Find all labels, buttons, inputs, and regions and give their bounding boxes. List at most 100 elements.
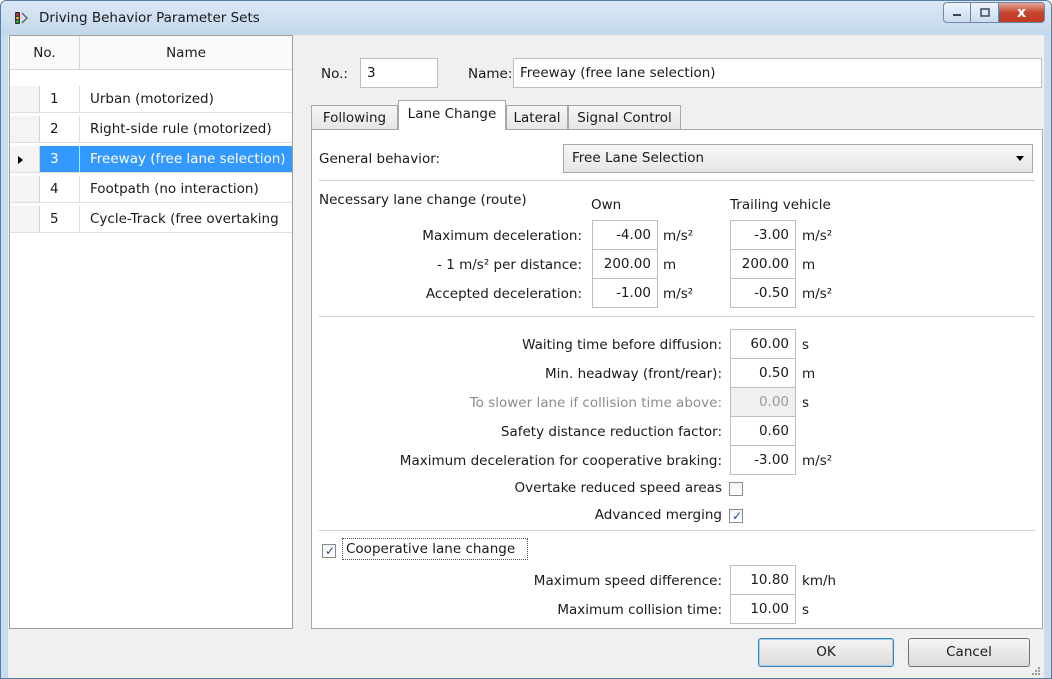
cancel-button[interactable]: Cancel <box>908 638 1030 667</box>
max-speed-difference-label: Maximum speed difference: <box>533 573 722 589</box>
per-distance-own-field[interactable]: 200.00 <box>592 249 658 279</box>
minimize-icon <box>953 13 961 16</box>
chevron-down-icon <box>1016 156 1024 161</box>
list-item-no: 3 <box>40 146 80 173</box>
number-label: No.: <box>321 66 348 82</box>
list-item-name: Urban (motorized) <box>80 86 292 113</box>
caption-buttons: x <box>943 2 1045 23</box>
max-speed-difference-field[interactable]: 10.80 <box>730 565 796 595</box>
current-row-arrow-icon <box>18 156 23 164</box>
slower-lane-collision-time-field: 0.00 <box>730 387 796 417</box>
checkmark-icon: ✓ <box>732 509 743 523</box>
name-field[interactable]: Freeway (free lane selection) <box>513 58 1042 88</box>
unit-label: m/s² <box>663 228 694 244</box>
list-item[interactable]: 1 Urban (motorized) <box>10 86 292 113</box>
column-header-no[interactable]: No. <box>10 36 80 70</box>
tab-lane-change[interactable]: Lane Change <box>398 100 506 130</box>
row-selector[interactable] <box>10 146 40 173</box>
unit-label: m <box>802 257 816 273</box>
cooperative-braking-label: Maximum deceleration for cooperative bra… <box>399 453 722 469</box>
maximize-icon <box>979 8 990 17</box>
list-item-no: 5 <box>40 206 80 233</box>
checkmark-icon: ✓ <box>325 544 336 558</box>
list-item-name: Right-side rule (motorized) <box>80 116 292 143</box>
column-header-name[interactable]: Name <box>80 36 292 70</box>
necessary-lane-change-label: Necessary lane change (route) <box>319 192 527 208</box>
unit-label: m/s² <box>802 286 833 302</box>
divider <box>319 530 1035 531</box>
list-item-name: Footpath (no interaction) <box>80 176 292 203</box>
cooperative-braking-field[interactable]: -3.00 <box>730 445 796 475</box>
slower-lane-label: To slower lane if collision time above: <box>469 395 722 411</box>
close-button[interactable]: x <box>999 2 1045 23</box>
waiting-time-field[interactable]: 60.00 <box>730 329 796 359</box>
advanced-merging-checkbox[interactable]: ✓ <box>729 509 743 523</box>
safety-distance-label: Safety distance reduction factor: <box>500 424 722 440</box>
unit-label: s <box>802 337 810 353</box>
cooperative-lane-change-label[interactable]: Cooperative lane change <box>346 541 515 557</box>
max-collision-time-label: Maximum collision time: <box>557 602 722 618</box>
row-selector[interactable] <box>10 206 40 233</box>
unit-label: s <box>802 602 810 618</box>
unit-label: m/s² <box>802 228 833 244</box>
cooperative-lane-change-checkbox[interactable]: ✓ <box>322 544 336 558</box>
unit-label: km/h <box>802 573 837 589</box>
maximize-button[interactable] <box>971 2 999 23</box>
divider <box>319 316 1035 317</box>
safety-distance-factor-field[interactable]: 0.60 <box>730 416 796 446</box>
dialog-window: Driving Behavior Parameter Sets x No. Na… <box>0 0 1052 679</box>
minimize-button[interactable] <box>943 2 971 23</box>
tab-lateral[interactable]: Lateral <box>506 105 568 130</box>
number-field[interactable]: 3 <box>360 58 438 88</box>
trailing-vehicle-column-header: Trailing vehicle <box>730 197 831 213</box>
unit-label: m <box>663 257 677 273</box>
list-item-name: Cycle-Track (free overtaking <box>80 206 292 233</box>
tab-signal-control[interactable]: Signal Control <box>568 105 681 130</box>
row-selector[interactable] <box>10 116 40 143</box>
parameter-set-list[interactable]: No. Name 1 Urban (motorized) 2 Right-sid… <box>9 35 293 629</box>
list-header: No. Name <box>10 36 292 70</box>
tab-following[interactable]: Following <box>311 105 398 130</box>
dialog-client: No. Name 1 Urban (motorized) 2 Right-sid… <box>8 35 1044 678</box>
list-item-selected[interactable]: 3 Freeway (free lane selection) <box>10 146 292 173</box>
list-item-no: 4 <box>40 176 80 203</box>
close-icon: x <box>1016 4 1027 21</box>
ok-button[interactable]: OK <box>758 638 894 667</box>
waiting-time-label: Waiting time before diffusion: <box>522 337 722 353</box>
overtake-reduced-speed-checkbox[interactable] <box>729 482 743 496</box>
lane-change-panel: General behavior: Free Lane Selection Ne… <box>311 129 1043 629</box>
list-item-no: 1 <box>40 86 80 113</box>
resize-grip-icon[interactable] <box>1031 666 1041 676</box>
per-distance-trailing-field[interactable]: 200.00 <box>730 249 796 279</box>
name-label: Name: <box>468 66 513 82</box>
list-item[interactable]: 5 Cycle-Track (free overtaking <box>10 206 292 233</box>
list-item-name: Freeway (free lane selection) <box>80 146 292 173</box>
window-title: Driving Behavior Parameter Sets <box>39 10 260 26</box>
list-item[interactable]: 4 Footpath (no interaction) <box>10 176 292 203</box>
row-selector[interactable] <box>10 86 40 113</box>
accepted-deceleration-own-field[interactable]: -1.00 <box>592 278 658 308</box>
list-item-no: 2 <box>40 116 80 143</box>
max-deceleration-own-field[interactable]: -4.00 <box>592 220 658 250</box>
own-column-header: Own <box>591 197 622 213</box>
app-icon <box>15 12 28 24</box>
max-deceleration-label: Maximum deceleration: <box>422 228 582 244</box>
list-item[interactable]: 2 Right-side rule (motorized) <box>10 116 292 143</box>
general-behavior-dropdown[interactable]: Free Lane Selection <box>563 144 1033 173</box>
min-headway-field[interactable]: 0.50 <box>730 358 796 388</box>
unit-label: m <box>802 366 816 382</box>
unit-label: m/s² <box>802 453 833 469</box>
row-selector[interactable] <box>10 176 40 203</box>
title-bar[interactable]: Driving Behavior Parameter Sets x <box>1 1 1051 35</box>
accepted-deceleration-label: Accepted deceleration: <box>425 286 582 302</box>
min-headway-label: Min. headway (front/rear): <box>545 366 722 382</box>
per-distance-label: - 1 m/s² per distance: <box>437 257 582 273</box>
divider <box>319 180 1035 181</box>
overtake-reduced-speed-label: Overtake reduced speed areas <box>514 480 722 496</box>
max-collision-time-field[interactable]: 10.00 <box>730 594 796 624</box>
general-behavior-label: General behavior: <box>319 151 441 167</box>
advanced-merging-label: Advanced merging <box>594 507 722 523</box>
max-deceleration-trailing-field[interactable]: -3.00 <box>730 220 796 250</box>
accepted-deceleration-trailing-field[interactable]: -0.50 <box>730 278 796 308</box>
unit-label: s <box>802 395 810 411</box>
